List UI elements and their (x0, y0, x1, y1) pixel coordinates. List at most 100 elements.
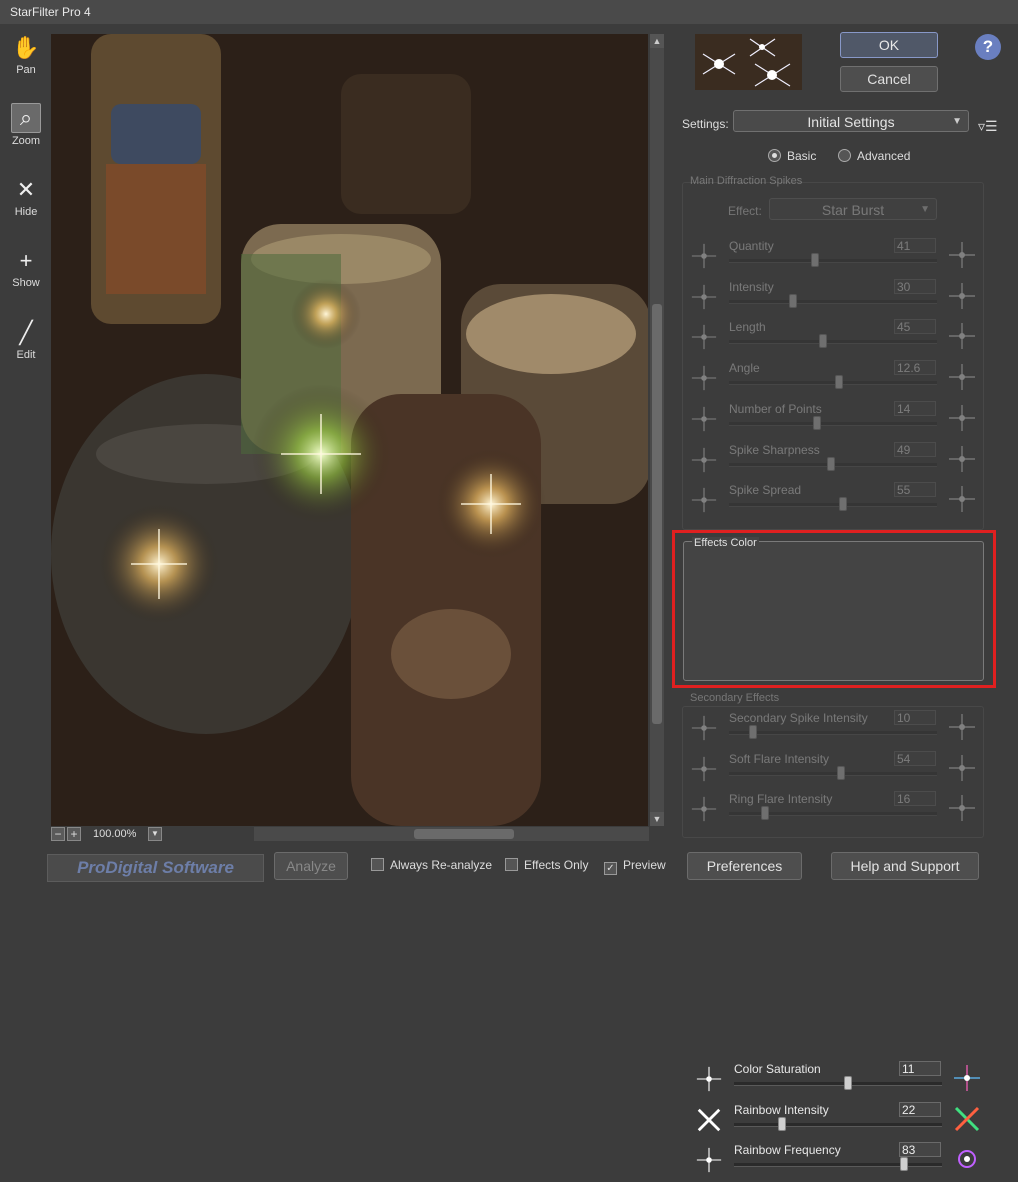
title-bar: StarFilter Pro 4 (0, 0, 1018, 24)
zoom-in-button[interactable]: + (67, 827, 81, 841)
slider-track[interactable] (729, 421, 937, 426)
slider-knob[interactable] (749, 725, 757, 739)
slider-label: Intensity (729, 279, 774, 294)
slider-knob[interactable] (789, 293, 797, 308)
sparkle-white-icon (695, 1065, 723, 1093)
advanced-radio[interactable]: Advanced (838, 149, 910, 163)
slider-knob[interactable] (813, 415, 821, 430)
slider-track[interactable] (729, 503, 937, 508)
slider-value-field[interactable]: 16 (894, 791, 936, 807)
pencil-line-icon: ╱ (19, 320, 33, 345)
preview-image (51, 34, 648, 826)
slider-label: Color Saturation (734, 1062, 821, 1076)
basic-radio[interactable]: Basic (768, 149, 816, 163)
slider-value-field[interactable]: 54 (894, 750, 936, 766)
slider-value-field[interactable]: 49 (894, 441, 936, 457)
slider-row: Intensity 30 (682, 278, 982, 319)
slider-knob[interactable] (837, 765, 845, 780)
scroll-up-arrow-icon[interactable]: ▲ (650, 34, 664, 48)
zoom-tool-label: Zoom (11, 135, 41, 147)
slider-value-field[interactable]: 30 (894, 278, 936, 294)
slider-knob[interactable] (835, 375, 843, 390)
slider-value-field[interactable]: 83 (899, 1142, 941, 1157)
slider-track[interactable] (734, 1163, 942, 1167)
slider-knob[interactable] (811, 253, 819, 267)
show-tool[interactable]: + Show (6, 247, 46, 289)
vertical-scroll-thumb[interactable] (652, 304, 662, 724)
settings-menu-icon[interactable]: ▿☰ (978, 118, 998, 135)
effects-color-title: Effects Color (692, 537, 759, 549)
slider-row: Spike Sharpness 49 (682, 441, 982, 482)
slider-track[interactable] (734, 1123, 942, 1127)
slider-track[interactable] (729, 299, 937, 304)
pan-tool[interactable]: ✋ Pan (6, 34, 46, 76)
slider-knob[interactable] (827, 456, 835, 471)
slider-label: Spike Spread (729, 483, 802, 498)
slider-value-field[interactable]: 14 (894, 400, 936, 416)
slider-track[interactable] (729, 340, 937, 345)
slider-value-field[interactable]: 41 (894, 238, 936, 253)
slider-knob[interactable] (900, 1157, 908, 1171)
help-and-support-button[interactable]: Help and Support (831, 852, 979, 880)
slider-track[interactable] (729, 259, 937, 263)
tool-palette: ✋ Pan ⌕ Zoom ✕ Hide + Show ╱ Edit (0, 24, 50, 854)
slider-knob[interactable] (819, 334, 827, 349)
hide-tool[interactable]: ✕ Hide (6, 176, 46, 218)
settings-select[interactable]: Initial Settings ▼ (733, 110, 969, 132)
footer-bar: ProDigital Software Analyze Always Re-an… (0, 848, 1018, 888)
preferences-button[interactable]: Preferences (687, 852, 802, 880)
help-icon[interactable]: ? (975, 34, 1001, 60)
slider-value-field[interactable]: 55 (894, 482, 936, 498)
vertical-scrollbar[interactable]: ▲ ▼ (650, 34, 664, 826)
edit-tool[interactable]: ╱ Edit (6, 319, 46, 361)
effects-only-checkbox[interactable]: Effects Only (505, 858, 588, 872)
slider-knob[interactable] (844, 1076, 852, 1090)
small-star-icon (690, 714, 718, 742)
slider-row: Angle 12.6 (682, 360, 982, 400)
slider-value-field[interactable]: 45 (894, 319, 936, 335)
show-tool-label: Show (12, 277, 40, 289)
slider-track[interactable] (729, 731, 937, 735)
preview-label: Preview (623, 858, 666, 872)
always-reanalyze-checkbox[interactable]: Always Re-analyze (371, 858, 492, 872)
slider-value-field[interactable]: 22 (899, 1102, 941, 1117)
plus-cross-icon: + (19, 248, 33, 273)
slider-value-field[interactable]: 11 (899, 1061, 941, 1076)
main-spikes-title: Main Diffraction Spikes (690, 175, 803, 187)
analyze-button[interactable]: Analyze (274, 852, 348, 880)
slider-track[interactable] (729, 381, 937, 386)
magnifier-icon: ⌕ (11, 103, 41, 133)
preview-checkbox[interactable]: ✓ Preview (604, 858, 666, 875)
window-title: StarFilter Pro 4 (10, 5, 91, 19)
effect-select[interactable]: Star Burst ▼ (769, 198, 937, 220)
effects-color-highlight: Effects Color Color Saturation 11 Rainbow … (672, 530, 996, 1173)
preview-canvas[interactable] (51, 34, 648, 826)
small-star-icon (690, 795, 718, 823)
x-white-icon (695, 1106, 723, 1134)
slider-knob[interactable] (839, 497, 847, 512)
small-star-icon (690, 755, 718, 783)
scroll-down-arrow-icon[interactable]: ▼ (650, 812, 664, 826)
effects-only-label: Effects Only (524, 858, 589, 872)
zoom-dropdown-icon[interactable]: ▼ (148, 827, 162, 841)
soft-glow-icon (947, 712, 977, 742)
zoom-tool[interactable]: ⌕ Zoom (6, 103, 46, 147)
ok-button[interactable]: OK (840, 32, 938, 58)
cancel-button[interactable]: Cancel (840, 66, 938, 92)
effects-color-slider-row: Color Saturation 11 (687, 1061, 987, 1101)
slider-knob[interactable] (761, 806, 769, 821)
slider-value-field[interactable]: 12.6 (894, 360, 936, 376)
zoom-out-button[interactable]: − (51, 827, 65, 841)
slider-row: Secondary Spike Intensity 10 (682, 710, 982, 750)
slider-row: Ring Flare Intensity 16 (682, 791, 982, 831)
slider-knob[interactable] (778, 1117, 786, 1131)
chevron-down-icon: ▼ (920, 204, 930, 215)
horizontal-scrollbar[interactable] (254, 827, 649, 841)
slider-value-field[interactable]: 10 (894, 710, 936, 725)
slider-track[interactable] (729, 771, 937, 776)
star-rainbow-icon (695, 1146, 723, 1174)
slider-label: Spike Sharpness (729, 442, 820, 457)
horizontal-scroll-thumb[interactable] (414, 829, 514, 839)
slider-track[interactable] (734, 1082, 942, 1086)
sparkle-color-icon (952, 1063, 982, 1093)
